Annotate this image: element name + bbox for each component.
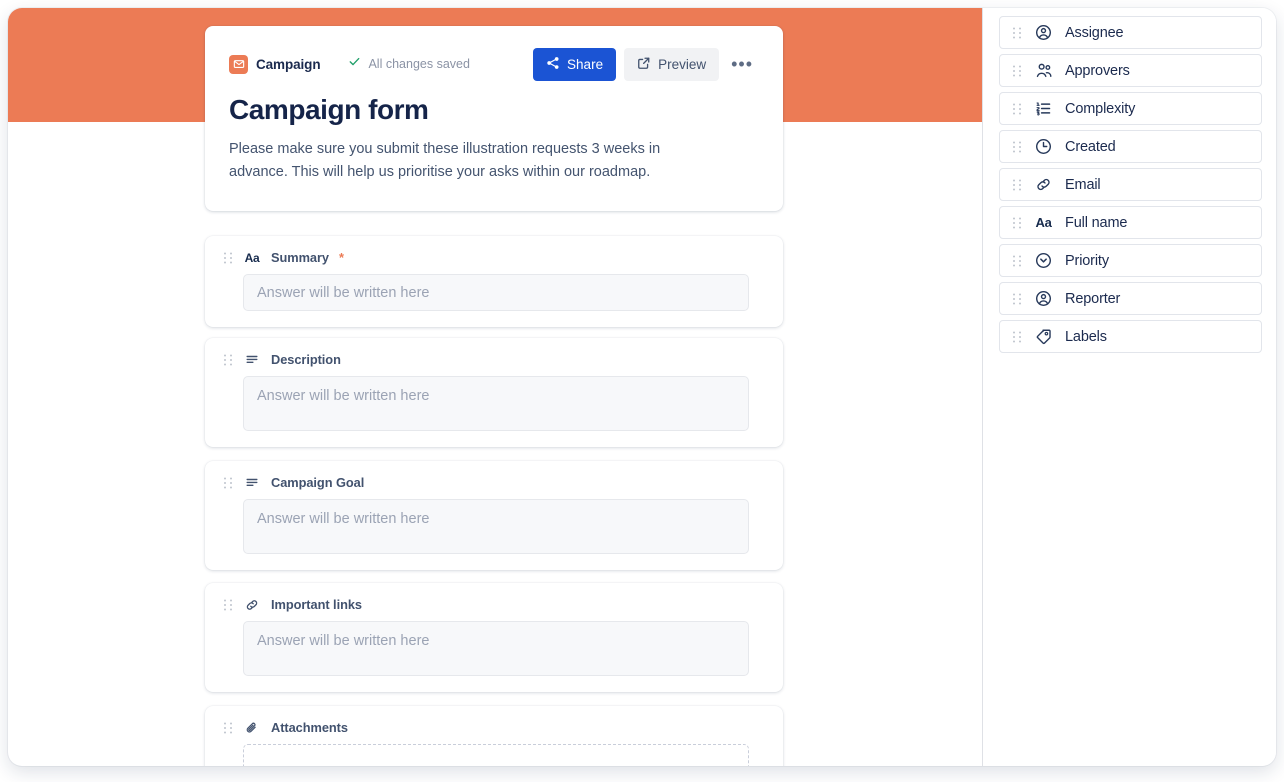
drag-handle-icon[interactable] (1012, 102, 1022, 116)
answer-input-summary[interactable]: Answer will be written here (243, 274, 749, 311)
field-library-sidebar: Assignee Approvers Complexity Created Em… (999, 8, 1276, 766)
envelope-icon (229, 54, 248, 74)
field-header: Description (221, 352, 767, 367)
external-link-icon (637, 56, 651, 73)
answer-input-important-links[interactable]: Answer will be written here (243, 621, 749, 676)
form-field-card-description[interactable]: Description Answer will be written here (205, 338, 783, 447)
sidebar-item-created[interactable]: Created (999, 130, 1262, 163)
drag-handle-icon[interactable] (1012, 330, 1022, 344)
drag-handle-icon[interactable] (1012, 140, 1022, 154)
text-aa-icon: Aa (1035, 215, 1052, 230)
drag-handle-icon[interactable] (223, 721, 233, 735)
drag-handle-icon[interactable] (223, 353, 233, 367)
form-type-chip[interactable]: Campaign (229, 54, 321, 74)
form-field-card-attachments[interactable]: Attachments Attachments will be uploaded… (205, 706, 783, 766)
share-button-label: Share (567, 56, 604, 72)
field-header: Important links (221, 597, 767, 612)
drag-handle-icon[interactable] (1012, 64, 1022, 78)
sidebar-item-complexity[interactable]: Complexity (999, 92, 1262, 125)
paragraph-lines-icon (243, 476, 261, 490)
field-label: Description (271, 352, 341, 367)
sidebar-item-label: Labels (1065, 328, 1107, 345)
preview-button[interactable]: Preview (624, 47, 720, 81)
link-icon (1034, 176, 1053, 193)
field-header: Aa Summary * (221, 250, 767, 265)
form-description: Please make sure you submit these illust… (229, 141, 661, 181)
field-label: Campaign Goal (271, 475, 365, 490)
sidebar-item-label: Complexity (1065, 100, 1136, 117)
drag-handle-icon[interactable] (1012, 216, 1022, 230)
form-toolbar: Campaign All changes saved Share Preview… (229, 47, 759, 81)
required-marker: * (338, 250, 344, 265)
form-header-card: Campaign All changes saved Share Preview… (205, 26, 783, 211)
preview-button-label: Preview (658, 56, 707, 72)
text-aa-icon: Aa (244, 250, 260, 265)
link-icon (243, 598, 261, 612)
sidebar-item-priority[interactable]: Priority (999, 244, 1262, 277)
sidebar-item-label: Full name (1065, 214, 1128, 231)
field-header: Campaign Goal (221, 475, 767, 490)
ordered-list-icon (1034, 100, 1053, 117)
sidebar-item-label: Reporter (1065, 290, 1121, 307)
answer-input-campaign-goal[interactable]: Answer will be written here (243, 499, 749, 554)
drag-handle-icon[interactable] (1012, 254, 1022, 268)
form-field-card-summary[interactable]: Aa Summary * Answer will be written here (205, 236, 783, 327)
users-group-icon (1034, 62, 1053, 79)
user-circle-icon (1034, 24, 1053, 41)
drag-handle-icon[interactable] (1012, 292, 1022, 306)
check-icon (348, 55, 361, 73)
paragraph-lines-icon (243, 353, 261, 367)
sidebar-item-reporter[interactable]: Reporter (999, 282, 1262, 315)
sidebar-item-approvers[interactable]: Approvers (999, 54, 1262, 87)
tag-icon (1034, 328, 1053, 345)
save-status-text: All changes saved (368, 57, 470, 71)
user-circle-icon (1034, 290, 1053, 307)
more-options-button[interactable]: ••• (725, 48, 759, 81)
share-nodes-icon (546, 56, 560, 73)
save-status: All changes saved (348, 55, 470, 73)
panel-divider (982, 8, 983, 766)
drag-handle-icon[interactable] (223, 598, 233, 612)
cloud-upload-icon (374, 765, 393, 766)
drag-handle-icon[interactable] (1012, 178, 1022, 192)
field-label: Summary (271, 250, 329, 265)
app-window: Campaign All changes saved Share Preview… (8, 8, 1276, 766)
form-type-label: Campaign (256, 56, 321, 72)
paperclip-icon (243, 721, 261, 735)
field-label: Important links (271, 597, 362, 612)
sidebar-item-label: Created (1065, 138, 1116, 155)
sidebar-item-labels[interactable]: Labels (999, 320, 1262, 353)
sidebar-item-assignee[interactable]: Assignee (999, 16, 1262, 49)
sidebar-item-email[interactable]: Email (999, 168, 1262, 201)
form-field-card-important-links[interactable]: Important links Answer will be written h… (205, 583, 783, 692)
field-label: Attachments (271, 720, 348, 735)
sidebar-item-label: Priority (1065, 252, 1109, 269)
attachment-upload-zone[interactable]: Attachments will be uploaded here (243, 744, 749, 766)
field-header: Attachments (221, 720, 767, 735)
form-field-card-campaign-goal[interactable]: Campaign Goal Answer will be written her… (205, 461, 783, 570)
share-button[interactable]: Share (533, 47, 617, 81)
drag-handle-icon[interactable] (1012, 26, 1022, 40)
sidebar-item-label: Approvers (1065, 62, 1130, 79)
sidebar-item-label: Email (1065, 176, 1101, 193)
form-editor-canvas: Campaign All changes saved Share Preview… (8, 8, 982, 766)
clock-icon (1034, 138, 1053, 155)
drag-handle-icon[interactable] (223, 476, 233, 490)
answer-input-description[interactable]: Answer will be written here (243, 376, 749, 431)
chevron-circle-down-icon (1034, 252, 1053, 269)
sidebar-item-full-name[interactable]: Aa Full name (999, 206, 1262, 239)
sidebar-item-label: Assignee (1065, 24, 1124, 41)
page-title: Campaign form (229, 94, 429, 125)
drag-handle-icon[interactable] (223, 251, 233, 265)
